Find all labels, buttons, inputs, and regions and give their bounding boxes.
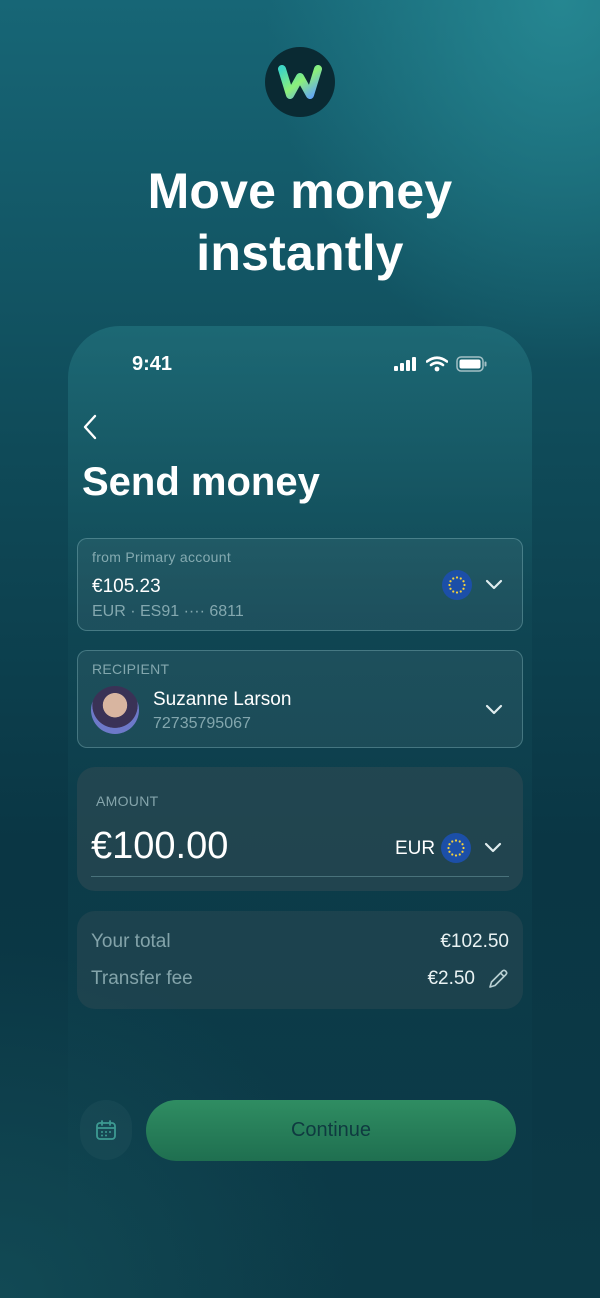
chevron-down-icon xyxy=(484,700,504,720)
amount-input[interactable]: €100.00 xyxy=(91,825,228,868)
app-logo xyxy=(265,47,335,117)
amount-underline xyxy=(91,876,509,877)
schedule-button[interactable] xyxy=(80,1100,132,1160)
fee-label: Transfer fee xyxy=(91,968,193,989)
eu-stars-icon xyxy=(448,576,466,594)
eu-flag-icon xyxy=(442,570,472,600)
promo-headline: Move money instantly xyxy=(0,160,600,284)
eu-flag-icon xyxy=(441,833,471,863)
edit-fee-button[interactable] xyxy=(487,968,509,990)
page-title: Send money xyxy=(82,460,320,504)
battery-icon xyxy=(456,356,487,372)
status-icons xyxy=(394,356,488,372)
from-account-details: EUR · ES91 ···· 6811 xyxy=(92,603,244,620)
chevron-down-icon xyxy=(484,575,504,595)
chevron-down-icon[interactable] xyxy=(483,838,503,858)
fee-value: €2.50 xyxy=(427,968,475,989)
from-account-selector[interactable]: from Primary account €105.23 EUR · ES91 … xyxy=(77,538,523,631)
recipient-number: 72735795067 xyxy=(153,715,251,732)
summary-card: Your total €102.50 Transfer fee €2.50 xyxy=(77,911,523,1009)
from-account-label: from Primary account xyxy=(92,549,232,565)
recipient-selector[interactable]: RECIPIENT Suzanne Larson 72735795067 xyxy=(77,650,523,748)
headline-line-1: Move money xyxy=(147,163,453,219)
back-button[interactable] xyxy=(82,410,106,444)
total-label: Your total xyxy=(91,931,171,952)
continue-button[interactable]: Continue xyxy=(146,1100,516,1161)
amount-card: AMOUNT €100.00 EUR xyxy=(77,767,523,891)
headline-line-2: instantly xyxy=(196,225,404,281)
eu-stars-icon xyxy=(447,839,465,857)
status-time: 9:41 xyxy=(132,353,173,375)
recipient-name: Suzanne Larson xyxy=(153,689,292,710)
pencil-icon xyxy=(489,969,508,988)
wifi-icon xyxy=(426,356,448,372)
avatar xyxy=(91,686,139,734)
logo-w-icon xyxy=(278,65,322,99)
total-value: €102.50 xyxy=(440,931,509,952)
calendar-icon xyxy=(96,1120,116,1140)
currency-selector[interactable]: EUR xyxy=(395,838,435,860)
from-account-balance: €105.23 xyxy=(92,576,161,597)
amount-label: AMOUNT xyxy=(96,793,159,809)
signal-icon xyxy=(394,357,416,371)
chevron-left-icon xyxy=(83,414,97,440)
recipient-label: RECIPIENT xyxy=(92,661,170,677)
